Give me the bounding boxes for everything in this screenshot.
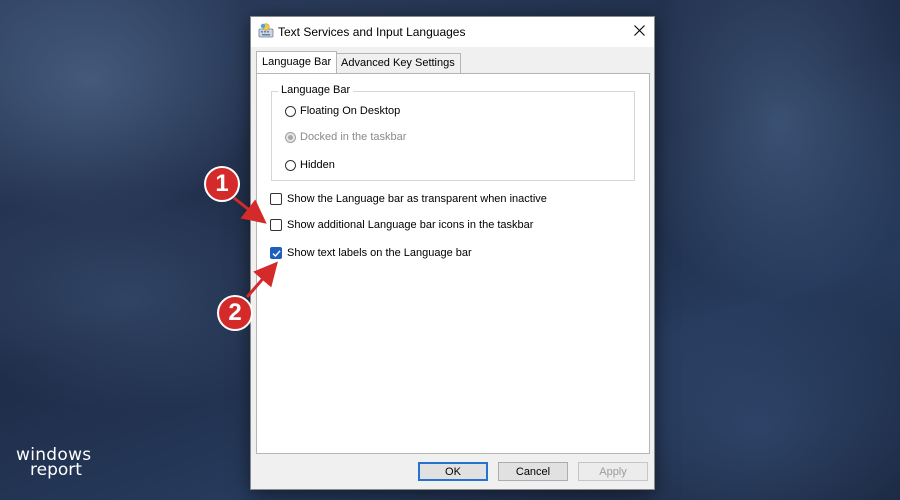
window-title: Text Services and Input Languages <box>278 25 466 39</box>
language-bar-groupbox: Language Bar Floating On Desktop Docked … <box>271 84 635 181</box>
annotation-marker-1: 1 <box>204 166 240 202</box>
radio-button-disabled <box>285 131 296 143</box>
close-icon <box>633 23 645 41</box>
checkmark-icon <box>272 250 281 258</box>
checkbox-show-text-labels[interactable]: Show text labels on the Language bar <box>270 245 472 261</box>
keyboard-globe-icon <box>258 23 274 39</box>
tab-language-bar[interactable]: Language Bar <box>256 51 338 73</box>
checkbox-label: Show additional Language bar icons in th… <box>287 219 534 231</box>
checkbox[interactable] <box>270 193 282 205</box>
radio-button[interactable] <box>285 105 296 117</box>
radio-hidden[interactable]: Hidden <box>285 157 335 173</box>
text-services-dialog: Text Services and Input Languages Langua… <box>250 16 655 490</box>
radio-button[interactable] <box>285 159 296 171</box>
language-bar-panel: Language Bar Floating On Desktop Docked … <box>256 73 650 454</box>
checkbox-label: Show the Language bar as transparent whe… <box>287 193 547 205</box>
annotation-marker-2: 2 <box>217 295 253 331</box>
checkbox[interactable] <box>270 219 282 231</box>
cancel-button[interactable]: Cancel <box>498 462 568 481</box>
radio-label: Docked in the taskbar <box>300 131 407 143</box>
radio-floating-on-desktop[interactable]: Floating On Desktop <box>285 103 400 119</box>
tab-advanced-key-settings[interactable]: Advanced Key Settings <box>335 53 461 73</box>
apply-button: Apply <box>578 462 648 481</box>
checkbox-checked[interactable] <box>270 247 282 259</box>
checkbox-label: Show text labels on the Language bar <box>287 247 472 259</box>
windows-report-logo: windows report <box>16 447 91 480</box>
title-bar: Text Services and Input Languages <box>251 17 654 47</box>
checkbox-transparent-when-inactive[interactable]: Show the Language bar as transparent whe… <box>270 191 547 207</box>
group-legend: Language Bar <box>278 84 354 96</box>
logo-line-2: report <box>30 460 82 480</box>
ok-button[interactable]: OK <box>418 462 488 481</box>
close-button[interactable] <box>624 17 654 47</box>
radio-label: Hidden <box>300 159 335 171</box>
checkbox-additional-icons[interactable]: Show additional Language bar icons in th… <box>270 217 533 233</box>
radio-docked-in-taskbar: Docked in the taskbar <box>285 129 406 145</box>
radio-label: Floating On Desktop <box>300 105 401 117</box>
